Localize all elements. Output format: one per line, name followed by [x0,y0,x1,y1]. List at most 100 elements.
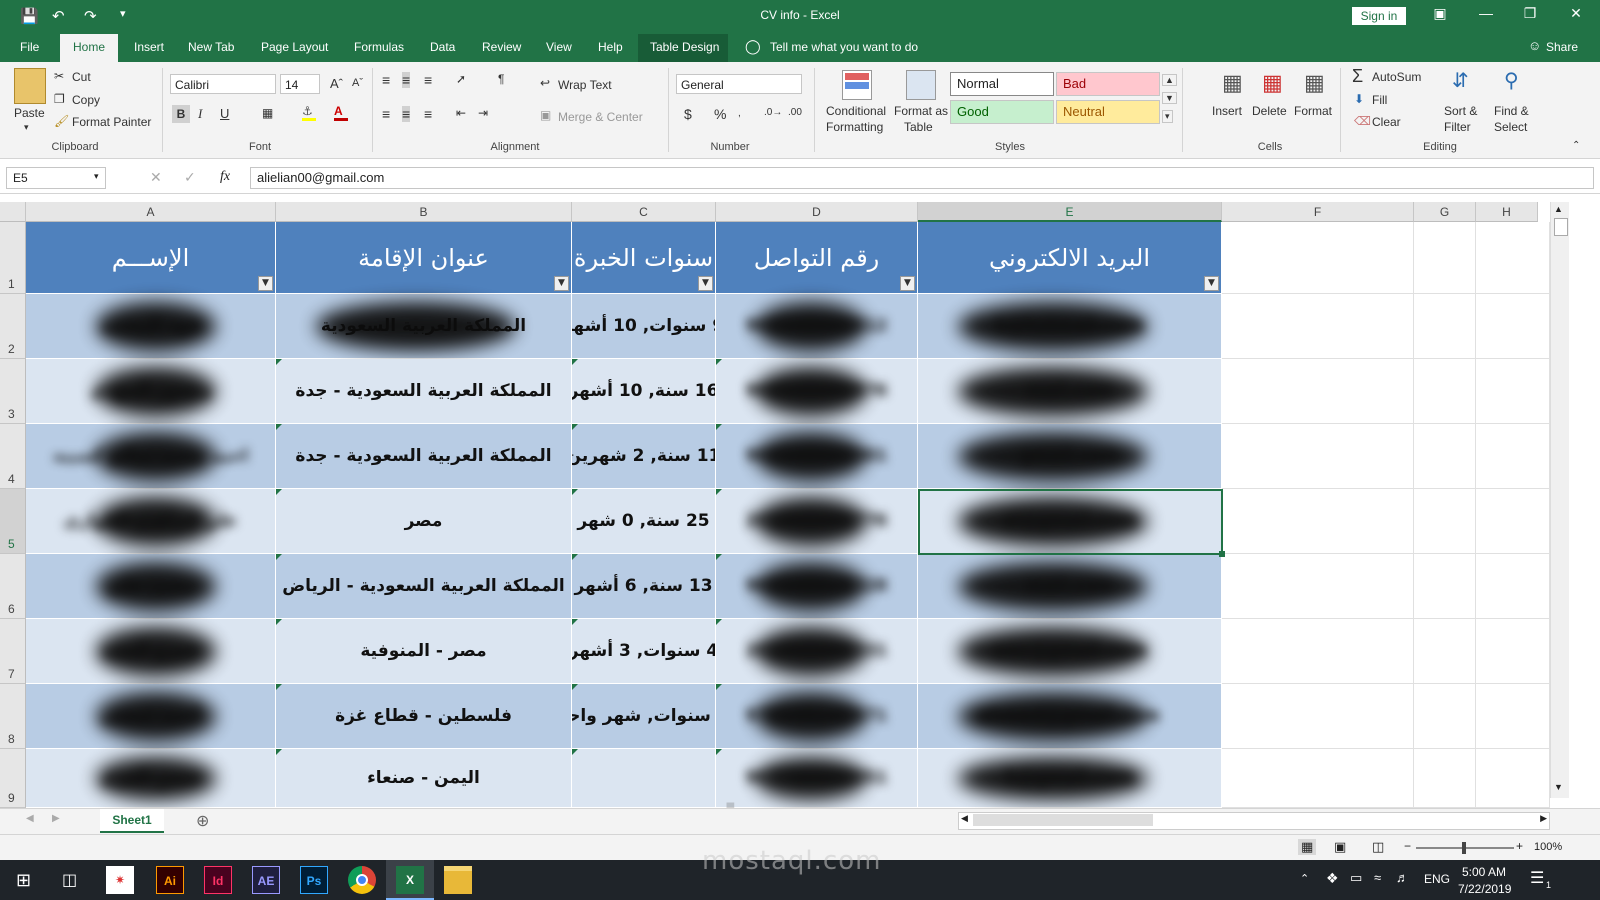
top-align-icon[interactable]: ≡ [382,72,390,88]
scroll-down-icon[interactable]: ▼ [1554,782,1563,792]
row-header[interactable]: 3 [0,359,26,424]
fill-handle[interactable] [1219,551,1225,557]
empty-cell[interactable] [1222,489,1414,554]
format-cells-button[interactable]: Format [1294,104,1332,118]
zoom-out-icon[interactable]: − [1404,839,1411,853]
comma-icon[interactable]: , [738,108,741,119]
empty-cell[interactable] [1414,294,1476,359]
filter-dropdown-icon[interactable]: ▼ [554,276,569,291]
normal-view-icon[interactable]: ▦ [1298,839,1317,855]
tab-review[interactable]: Review [482,40,521,54]
column-header-g[interactable]: G [1414,202,1476,222]
empty-cell[interactable] [1414,619,1476,684]
paste-icon[interactable] [14,68,46,104]
horizontal-scrollbar[interactable]: ◀ ▶ [958,812,1550,830]
cell-address[interactable]: اليمن - صنعاء [276,749,572,808]
prev-sheet-icon[interactable]: ◀ [26,813,34,824]
acrobat-app-icon[interactable]: ✷ [106,866,134,894]
empty-cell[interactable] [1476,294,1550,359]
insert-cells-button[interactable]: Insert [1212,104,1242,118]
tab-formulas[interactable]: Formulas [354,40,404,54]
currency-button[interactable]: $ [684,106,692,122]
align-center-icon[interactable]: ≡ [402,106,411,122]
scroll-right-icon[interactable]: ▶ [1540,813,1547,824]
cell-address[interactable]: مصر [276,489,572,554]
cancel-icon[interactable]: ✕ [150,169,162,186]
autosum-button[interactable]: AutoSum [1372,70,1421,84]
font-size-select[interactable]: 14 [280,74,320,94]
sort-filter-button-line2[interactable]: Filter [1444,120,1471,134]
cell-address[interactable]: المملكة العربية السعودية - الرياض [276,554,572,619]
error-indicator-icon[interactable] [716,554,722,560]
format-painter-button[interactable]: Format Painter [72,115,151,129]
copy-button[interactable]: Copy [72,93,100,107]
increase-indent-icon[interactable]: ⇥ [478,106,488,120]
underline-button[interactable]: U [220,106,229,121]
empty-cell[interactable] [1476,424,1550,489]
table-header-phone[interactable]: رقم التواصل ▼ [716,222,918,294]
cell-experience[interactable]: 25 سنة, 0 شهر [572,489,716,554]
empty-cell[interactable] [1222,619,1414,684]
insert-function-icon[interactable]: fx [220,169,230,185]
cell-experience[interactable]: 9 سنوات, 10 أشهر [572,294,716,359]
cell-address[interactable]: المملكة العربية السعودية - جدة [276,359,572,424]
column-header-e[interactable]: E [918,202,1222,222]
wrap-text-button[interactable]: Wrap Text [558,78,612,92]
windows-start-icon[interactable]: ⊞ [16,870,31,891]
zoom-level[interactable]: 100% [1534,841,1562,853]
error-indicator-icon[interactable] [716,359,722,365]
sign-in-button[interactable]: Sign in [1352,7,1406,25]
empty-cell[interactable] [1414,359,1476,424]
empty-cell[interactable] [1414,749,1476,808]
cut-button[interactable]: Cut [72,70,91,84]
cell-address[interactable]: فلسطين - قطاع غزة [276,684,572,749]
row-header[interactable]: 7 [0,619,26,684]
tab-home[interactable]: Home [73,40,105,54]
decrease-indent-icon[interactable]: ⇤ [456,106,466,120]
file-explorer-app-icon[interactable] [444,866,472,894]
tray-expand-icon[interactable]: ⌃ [1300,872,1309,885]
row-header[interactable]: 8 [0,684,26,749]
error-indicator-icon[interactable] [716,684,722,690]
empty-cell[interactable] [1476,359,1550,424]
style-bad[interactable]: Bad [1056,72,1160,96]
h-scroll-thumb[interactable] [973,814,1153,826]
align-right-icon[interactable]: ≡ [424,106,432,122]
photoshop-app-icon[interactable]: Ps [300,866,328,894]
column-header-b[interactable]: B [276,202,572,222]
share-button[interactable]: Share [1546,40,1578,54]
scroll-up-icon[interactable]: ▲ [1554,204,1563,214]
row-header[interactable]: 5 [0,489,26,554]
format-as-table-button-line2[interactable]: Table [904,120,933,134]
tab-insert[interactable]: Insert [134,40,164,54]
dropbox-icon[interactable]: ❖ [1326,870,1339,887]
page-break-view-icon[interactable]: ◫ [1372,839,1384,855]
fill-button[interactable]: Fill [1372,93,1387,107]
tab-help[interactable]: Help [598,40,623,54]
volume-icon[interactable]: ♬ [1396,870,1409,885]
table-header-address[interactable]: عنوان الإقامة ▼ [276,222,572,294]
empty-cell[interactable] [1476,684,1550,749]
empty-cell[interactable] [1222,294,1414,359]
scroll-thumb[interactable] [1554,218,1568,236]
text-direction-icon[interactable]: ¶ [498,72,504,86]
grow-font-icon[interactable]: Aˆ [330,76,343,91]
select-all-corner[interactable] [0,202,26,222]
excel-app-icon[interactable]: X [396,866,424,894]
collapse-ribbon-icon[interactable]: ⌃ [1572,140,1580,151]
font-color-icon[interactable]: A [334,104,348,121]
find-select-button[interactable]: Find & [1494,104,1529,118]
filter-dropdown-icon[interactable]: ▼ [900,276,915,291]
scroll-left-icon[interactable]: ◀ [961,813,968,824]
error-indicator-icon[interactable] [276,489,282,495]
orientation-icon[interactable]: ➚ [456,72,466,86]
aftereffects-app-icon[interactable]: AE [252,866,280,894]
row-header[interactable]: 2 [0,294,26,359]
tab-data[interactable]: Data [430,40,455,54]
error-indicator-icon[interactable] [572,424,578,430]
middle-align-icon[interactable]: ≡ [402,72,411,88]
empty-cell[interactable] [1414,684,1476,749]
minimize-icon[interactable]: — [1474,5,1498,21]
row-header[interactable]: 1 [0,222,26,294]
bold-button[interactable]: B [172,105,190,123]
